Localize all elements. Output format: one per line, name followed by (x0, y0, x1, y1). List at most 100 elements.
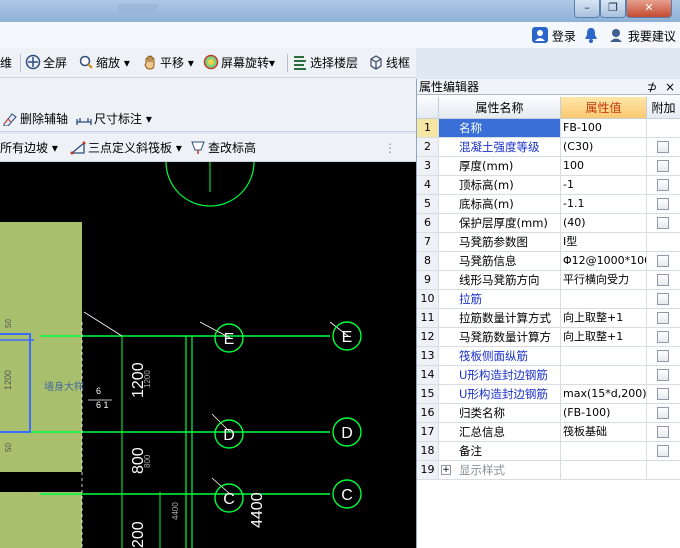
extra-checkbox[interactable] (657, 407, 669, 419)
property-value[interactable]: 向上取整+1 (561, 309, 647, 327)
all-slopes-button[interactable]: 所有边坡 ▾ (0, 138, 58, 158)
property-value[interactable] (561, 347, 647, 365)
login-link[interactable]: 登录 (532, 27, 576, 44)
property-name[interactable]: 厚度(mm) (439, 157, 561, 175)
property-row[interactable]: 6 保护层厚度(mm) (40) (417, 214, 680, 233)
property-name[interactable]: 混凝土强度等级 (439, 138, 561, 156)
property-row[interactable]: 19 显示样式 + (417, 461, 680, 480)
property-name[interactable]: 顶标高(m) (439, 176, 561, 194)
delete-axis-button[interactable]: 删除辅轴 (2, 109, 68, 129)
property-row[interactable]: 15 U形构造封边钢筋 max(15*d,200) (417, 385, 680, 404)
property-name[interactable]: 马凳筋参数图 (439, 233, 561, 251)
property-name[interactable]: 归类名称 (439, 404, 561, 422)
property-value[interactable] (561, 290, 647, 308)
property-value[interactable]: (40) (561, 214, 647, 232)
extra-checkbox[interactable] (657, 293, 669, 305)
property-value[interactable]: Ⅰ型 (561, 233, 647, 251)
extra-checkbox[interactable] (657, 274, 669, 286)
property-value[interactable]: (FB-100) (561, 404, 647, 422)
property-value[interactable] (561, 461, 647, 479)
column-header-value[interactable]: 属性值 (561, 97, 647, 119)
select-floor-button[interactable]: 选择楼层 (292, 53, 358, 73)
extra-checkbox[interactable] (657, 217, 669, 229)
property-value[interactable]: (C30) (561, 138, 647, 156)
extra-checkbox[interactable] (657, 198, 669, 210)
minimize-button[interactable]: – (574, 0, 600, 18)
zoom-button[interactable]: 缩放 ▾ (78, 53, 130, 73)
expand-icon[interactable]: + (441, 465, 451, 475)
property-name[interactable]: 备注 (439, 442, 561, 460)
property-name[interactable]: 筏板侧面纵筋 (439, 347, 561, 365)
extra-checkbox[interactable] (657, 350, 669, 362)
extra-checkbox[interactable] (657, 160, 669, 172)
property-name[interactable]: 线形马凳筋方向 (439, 271, 561, 289)
property-row[interactable]: 16 归类名称 (FB-100) (417, 404, 680, 423)
property-value[interactable]: max(15*d,200) (561, 385, 647, 403)
property-row[interactable]: 10 拉筋 (417, 290, 680, 309)
property-value[interactable]: 平行横向受力 (561, 271, 647, 289)
column-header-extra[interactable]: 附加 (647, 97, 680, 119)
dimension-button[interactable]: 维 (0, 53, 12, 73)
property-row[interactable]: 17 汇总信息 筏板基础 (417, 423, 680, 442)
toolbar-overflow[interactable]: ⋮ (384, 138, 396, 158)
property-row[interactable]: 2 混凝土强度等级 (C30) (417, 138, 680, 157)
notify-bell[interactable] (584, 27, 598, 43)
property-row[interactable]: 13 筏板侧面纵筋 (417, 347, 680, 366)
rotate-screen-button[interactable]: 屏幕旋转▾ (203, 53, 275, 73)
extra-checkbox[interactable] (657, 426, 669, 438)
extra-checkbox[interactable] (657, 388, 669, 400)
property-name[interactable]: 底标高(m) (439, 195, 561, 213)
property-name[interactable]: 马凳筋信息 (439, 252, 561, 270)
property-name[interactable]: 名称 (439, 119, 561, 137)
property-name[interactable]: 显示样式 (439, 461, 561, 479)
property-value[interactable]: 筏板基础 (561, 423, 647, 441)
property-row[interactable]: 12 马凳筋数量计算方 向上取整+1 (417, 328, 680, 347)
extra-checkbox[interactable] (657, 445, 669, 457)
extra-checkbox[interactable] (657, 141, 669, 153)
property-name[interactable]: 拉筋 (439, 290, 561, 308)
check-elevation-button[interactable]: 查改标高 (190, 138, 256, 158)
fullscreen-button[interactable]: 全屏 (25, 53, 67, 73)
property-name[interactable]: 保护层厚度(mm) (439, 214, 561, 232)
property-row[interactable]: 8 马凳筋信息 Φ12@1000*100 (417, 252, 680, 271)
property-value[interactable]: Φ12@1000*100 (561, 252, 647, 270)
extra-checkbox[interactable] (657, 369, 669, 381)
property-name[interactable]: U形构造封边钢筋 (439, 385, 561, 403)
property-value[interactable]: FB-100 (561, 119, 647, 137)
property-row[interactable]: 4 顶标高(m) -1 (417, 176, 680, 195)
cad-drawing[interactable]: E E D D C C 1200 1200 800 800 200 4400 4… (0, 162, 416, 548)
property-value[interactable]: -1.1 (561, 195, 647, 213)
extra-checkbox[interactable] (657, 331, 669, 343)
extra-checkbox[interactable] (657, 255, 669, 267)
property-row[interactable]: 5 底标高(m) -1.1 (417, 195, 680, 214)
extra-checkbox[interactable] (657, 312, 669, 324)
property-row[interactable]: 3 厚度(mm) 100 (417, 157, 680, 176)
wireframe-button[interactable]: 线框 (368, 53, 410, 73)
property-row[interactable]: 14 U形构造封边钢筋 (417, 366, 680, 385)
restore-button[interactable]: ❐ (600, 0, 626, 18)
three-point-slab-button[interactable]: 三点定义斜筏板 ▾ (70, 138, 182, 158)
property-name[interactable]: 马凳筋数量计算方 (439, 328, 561, 346)
property-row[interactable]: 1 名称 FB-100 (417, 119, 680, 138)
property-value[interactable]: 向上取整+1 (561, 328, 647, 346)
extra-checkbox[interactable] (657, 179, 669, 191)
drawing-canvas[interactable]: E E D D C C 1200 1200 800 800 200 4400 4… (0, 162, 416, 548)
column-header-name[interactable]: 属性名称 (439, 97, 561, 119)
property-name[interactable]: 汇总信息 (439, 423, 561, 441)
pin-icon[interactable]: ⊅ (647, 80, 657, 94)
property-row[interactable]: 11 拉筋数量计算方式 向上取整+1 (417, 309, 680, 328)
property-row[interactable]: 9 线形马凳筋方向 平行横向受力 (417, 271, 680, 290)
panel-close-icon[interactable]: × (665, 80, 675, 94)
dimension-mark-button[interactable]: 尺寸标注 ▾ (76, 109, 152, 129)
property-value[interactable]: -1 (561, 176, 647, 194)
property-value[interactable]: 100 (561, 157, 647, 175)
property-name[interactable]: U形构造封边钢筋 (439, 366, 561, 384)
close-button[interactable]: ✕ (626, 0, 672, 18)
property-value[interactable] (561, 442, 647, 460)
property-name[interactable]: 拉筋数量计算方式 (439, 309, 561, 327)
property-row[interactable]: 18 备注 (417, 442, 680, 461)
pan-button[interactable]: 平移 ▾ (142, 53, 194, 73)
property-row[interactable]: 7 马凳筋参数图 Ⅰ型 (417, 233, 680, 252)
feedback-link[interactable]: 我要建议 (608, 27, 676, 44)
property-value[interactable] (561, 366, 647, 384)
